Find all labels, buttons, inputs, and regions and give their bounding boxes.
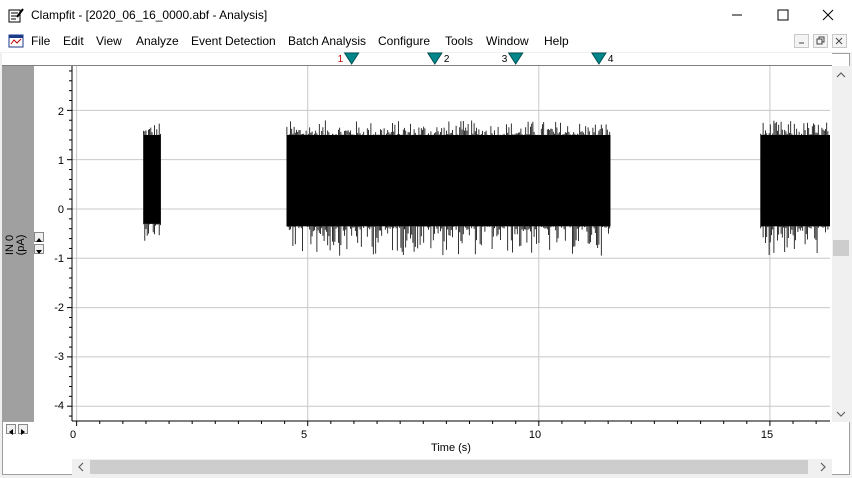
y-tick-label: -3: [54, 351, 64, 363]
vertical-scroll-thumb[interactable]: [833, 240, 849, 256]
x-tick-label: 0: [69, 429, 77, 441]
horizontal-scroll-thumb[interactable]: [90, 460, 808, 474]
y-tick-label: -1: [54, 253, 64, 265]
scroll-up-icon[interactable]: [836, 71, 846, 79]
x-tick-label: 5: [300, 429, 308, 441]
y-tick-label: -4: [54, 400, 64, 412]
trace-noise: [143, 123, 161, 241]
x-scroll-right-button[interactable]: [18, 424, 28, 435]
y-tick-label: -2: [54, 302, 64, 314]
x-axis-title: Time (s): [431, 442, 471, 454]
x-scroll-left-button[interactable]: [6, 424, 16, 435]
scroll-right-icon[interactable]: [819, 462, 827, 472]
triangle-right-icon: [21, 429, 25, 435]
vertical-scrollbar[interactable]: [832, 66, 850, 422]
scroll-left-icon[interactable]: [77, 462, 85, 472]
scroll-down-icon[interactable]: [836, 410, 846, 418]
plot-background: [72, 66, 830, 421]
trace-plot[interactable]: [0, 0, 852, 478]
y-tick-label: 1: [57, 155, 64, 167]
x-tick-label: 15: [760, 429, 774, 441]
triangle-left-icon: [9, 429, 13, 435]
x-tick-label: 10: [528, 429, 542, 441]
y-tick-label: 0: [57, 204, 64, 216]
y-tick-label: 2: [57, 106, 64, 118]
